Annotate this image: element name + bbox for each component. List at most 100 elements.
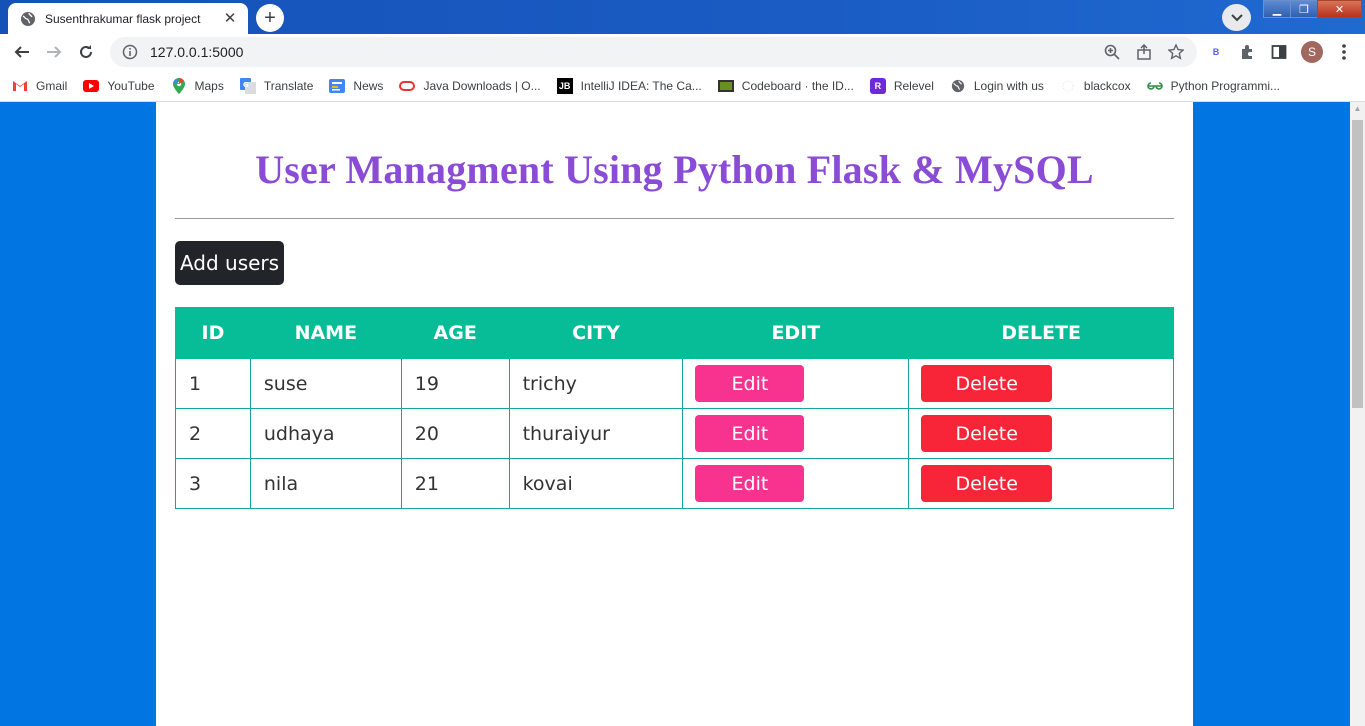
url-text[interactable]: 127.0.0.1:5000: [150, 44, 243, 60]
add-users-button[interactable]: Add users: [175, 241, 284, 285]
page-viewport: User Managment Using Python Flask & MySQ…: [0, 102, 1350, 726]
reload-button[interactable]: [74, 40, 98, 64]
main-container: User Managment Using Python Flask & MySQ…: [156, 102, 1193, 726]
edit-button[interactable]: Edit: [695, 415, 805, 452]
table-row: 1 suse 19 trichy Edit Delete: [175, 358, 1174, 409]
extension-b-icon[interactable]: B: [1206, 42, 1226, 62]
bookmark-star-icon[interactable]: [1166, 42, 1186, 62]
minimize-button[interactable]: ▁: [1263, 0, 1291, 18]
globe-icon: [950, 78, 966, 94]
zoom-icon[interactable]: [1102, 42, 1122, 62]
users-table: ID NAME AGE CITY EDIT DELETE 1 suse 19 t…: [175, 307, 1174, 509]
divider: [175, 218, 1174, 219]
delete-button[interactable]: Delete: [921, 365, 1053, 402]
youtube-icon: [83, 78, 100, 94]
bookmark-label: Login with us: [973, 78, 1044, 93]
window-controls: ▁ ❐ ✕: [1263, 0, 1362, 18]
table-row: 2 udhaya 20 thuraiyur Edit Delete: [175, 408, 1174, 459]
news-icon: [329, 78, 346, 94]
bookmark-java[interactable]: Java Downloads | O...: [399, 78, 541, 94]
bookmark-maps[interactable]: Maps: [171, 77, 224, 94]
translate-icon: G: [239, 77, 256, 94]
table-header-row: ID NAME AGE CITY EDIT DELETE: [175, 307, 1174, 359]
bookmark-youtube[interactable]: YouTube: [83, 78, 155, 94]
reload-icon: [80, 45, 92, 58]
side-panel-icon[interactable]: [1269, 42, 1289, 62]
bookmark-label: blackcox: [1083, 78, 1131, 93]
cell-city: kovai: [508, 458, 684, 509]
cell-delete: Delete: [908, 408, 1174, 459]
cell-city: trichy: [508, 358, 684, 409]
cell-age: 21: [400, 458, 510, 509]
delete-button[interactable]: Delete: [921, 465, 1053, 502]
page-title: User Managment Using Python Flask & MySQ…: [255, 147, 1094, 192]
bookmark-label: Maps: [194, 78, 224, 93]
address-bar[interactable]: 127.0.0.1:5000: [110, 37, 1197, 67]
relevel-icon: R: [869, 77, 886, 94]
tab-title: Susenthrakumar flask project: [45, 11, 201, 26]
cell-name: nila: [249, 458, 402, 509]
codeboard-icon: [717, 78, 734, 94]
bookmark-label: Translate: [263, 78, 314, 93]
cell-delete: Delete: [908, 358, 1174, 409]
edit-button[interactable]: Edit: [695, 365, 805, 402]
tab-close-icon[interactable]: ✕: [222, 10, 238, 27]
cell-edit: Edit: [682, 358, 910, 409]
cell-edit: Edit: [682, 458, 910, 509]
bookmark-news[interactable]: News: [329, 78, 383, 94]
forward-button[interactable]: [42, 40, 66, 64]
gmail-icon: [12, 78, 28, 94]
header-age: AGE: [400, 307, 510, 359]
bookmark-intellij[interactable]: JB IntelliJ IDEA: The Ca...: [556, 77, 702, 94]
table-row: 3 nila 21 kovai Edit Delete: [175, 458, 1174, 509]
bookmark-login[interactable]: Login with us: [950, 78, 1044, 94]
globe-icon: [21, 11, 35, 26]
cell-id: 2: [175, 408, 251, 459]
bookmark-label: News: [353, 78, 384, 93]
cell-name: suse: [249, 358, 402, 409]
close-window-button[interactable]: ✕: [1317, 0, 1362, 18]
bookmark-python[interactable]: Python Programmi...: [1146, 78, 1280, 94]
intellij-icon: JB: [556, 77, 573, 94]
vertical-scrollbar[interactable]: ▲: [1350, 102, 1365, 726]
bookmark-translate[interactable]: G Translate: [239, 77, 314, 94]
bookmark-label: IntelliJ IDEA: The Ca...: [580, 78, 702, 93]
oracle-icon: [399, 78, 416, 94]
chevron-down-icon: [1230, 13, 1243, 21]
profile-avatar[interactable]: S: [1301, 41, 1323, 63]
new-tab-button[interactable]: +: [256, 4, 284, 32]
restore-button[interactable]: ❐: [1290, 0, 1318, 18]
back-button[interactable]: [10, 40, 34, 64]
bookmark-label: Java Downloads | O...: [423, 78, 541, 93]
cell-age: 20: [400, 408, 510, 459]
menu-kebab-icon[interactable]: [1334, 42, 1354, 62]
cell-edit: Edit: [682, 408, 910, 459]
bookmark-label: Relevel: [893, 78, 934, 93]
scroll-up-arrow-icon[interactable]: ▲: [1350, 104, 1365, 116]
header-edit: EDIT: [682, 307, 910, 359]
header-id: ID: [175, 307, 251, 359]
browser-tab[interactable]: Susenthrakumar flask project ✕: [8, 3, 248, 34]
blackcox-icon: [1060, 78, 1076, 94]
cell-id: 1: [175, 358, 251, 409]
bookmark-codeboard[interactable]: Codeboard · the ID...: [717, 78, 854, 94]
tab-search-button[interactable]: [1222, 4, 1251, 31]
extensions-puzzle-icon[interactable]: [1237, 42, 1257, 62]
back-arrow-icon: [14, 46, 29, 58]
bookmark-relevel[interactable]: R Relevel: [869, 77, 934, 94]
header-delete: DELETE: [908, 307, 1174, 359]
svg-text:G: G: [243, 81, 249, 89]
bookmark-gmail[interactable]: Gmail: [12, 78, 67, 94]
forward-arrow-icon: [47, 46, 62, 58]
info-icon[interactable]: [122, 44, 138, 60]
bookmark-blackcox[interactable]: blackcox: [1060, 78, 1131, 94]
cell-name: udhaya: [249, 408, 402, 459]
browser-toolbar: 127.0.0.1:5000 B S: [0, 34, 1365, 70]
delete-button[interactable]: Delete: [921, 415, 1053, 452]
cell-id: 3: [175, 458, 251, 509]
scrollbar-thumb[interactable]: [1352, 120, 1363, 408]
browser-titlebar: Susenthrakumar flask project ✕ + ▁ ❐ ✕: [0, 0, 1365, 34]
bookmark-label: Codeboard · the ID...: [741, 78, 854, 93]
share-icon[interactable]: [1134, 42, 1154, 62]
edit-button[interactable]: Edit: [695, 465, 805, 502]
